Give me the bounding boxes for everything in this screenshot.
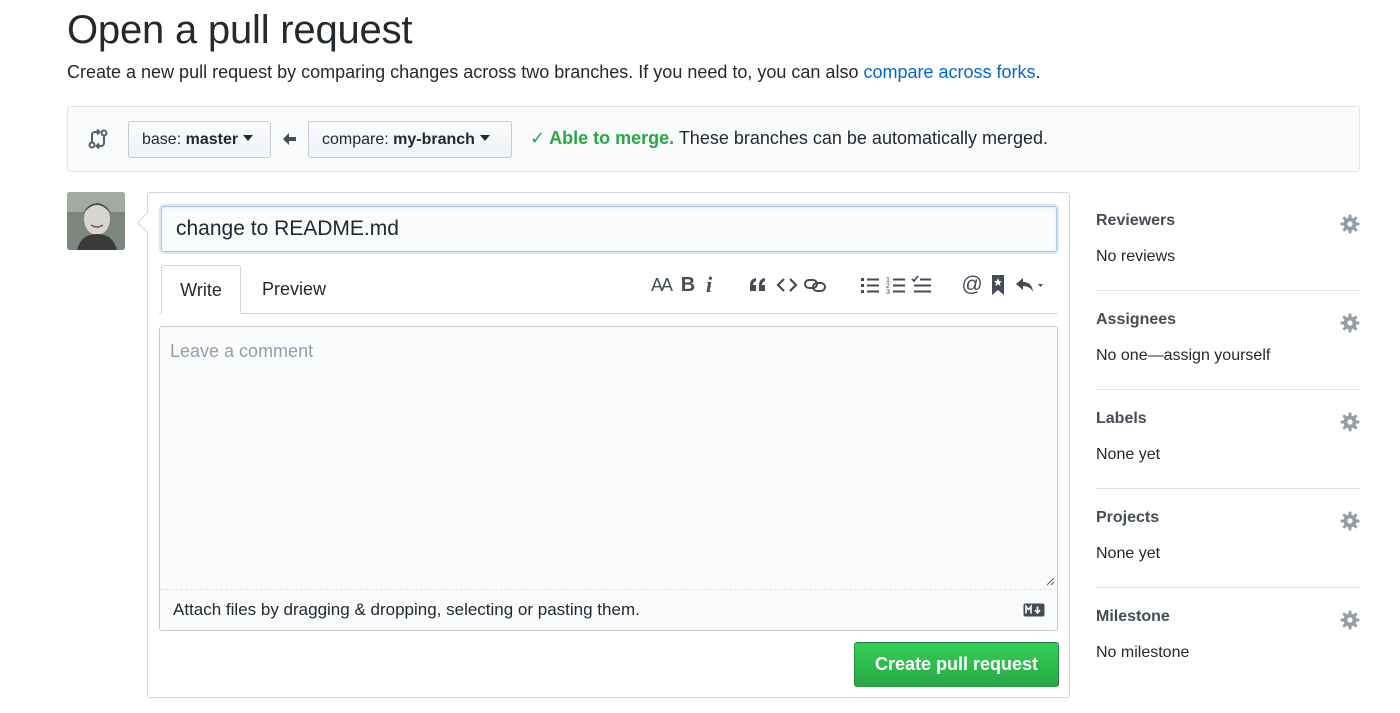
italic-button[interactable]: i [701,273,717,297]
markdown-icon[interactable] [1023,603,1045,617]
link-button[interactable] [803,273,827,297]
resize-handle-icon[interactable] [1044,575,1055,586]
sidebar-section-assignees: Assignees No one—assign yourself [1096,291,1360,390]
compare-across-forks-link[interactable]: compare across forks [863,62,1035,82]
compare-prefix: compare: [322,131,389,148]
sidebar-section-reviewers: Reviewers No reviews [1096,192,1360,291]
gear-icon[interactable] [1340,511,1360,531]
reference-button[interactable] [989,273,1007,297]
unordered-list-icon [861,278,879,293]
base-branch-name: master [185,131,239,148]
bold-button[interactable]: B [679,273,697,297]
projects-heading[interactable]: Projects [1096,509,1159,527]
reviewers-value: No reviews [1096,248,1176,265]
bookmark-icon [992,275,1004,295]
caret-down-icon [243,135,254,141]
sidebar-section-labels: Labels None yet [1096,390,1360,489]
merge-ok-label: Able to merge. [549,128,675,148]
subtitle-text: Create a new pull request by comparing c… [67,62,864,82]
labels-value: None yet [1096,446,1161,463]
code-icon [776,278,798,292]
mention-button[interactable]: @ [960,273,984,297]
arrow-left-icon [283,133,296,145]
milestone-heading[interactable]: Milestone [1096,608,1170,626]
compare-branch-name: my-branch [393,131,475,148]
heading-button[interactable]: AA [648,273,674,297]
avatar[interactable] [67,192,125,250]
comment-textarea[interactable] [160,327,1057,589]
link-icon [804,279,826,292]
attach-files-text: Attach files by dragging & dropping, sel… [173,600,640,619]
sidebar-section-projects: Projects None yet [1096,489,1360,588]
assignees-heading[interactable]: Assignees [1096,311,1176,329]
branch-range-bar: base: master compare: my-branch ✓ Able to… [67,106,1360,172]
gear-icon[interactable] [1340,313,1360,333]
task-list-button[interactable] [911,273,933,297]
tab-write[interactable]: Write [161,265,241,314]
merge-detail: These branches can be automatically merg… [678,128,1049,148]
discussion-sidebar: Reviewers No reviews Assignees No one—as… [1096,192,1360,687]
code-button[interactable] [776,273,798,297]
ordered-list-icon: 1 2 3 [886,277,905,296]
unordered-list-button[interactable] [859,273,881,297]
saved-replies-button[interactable] [1014,273,1050,297]
labels-heading[interactable]: Labels [1096,410,1147,428]
base-prefix: base: [142,131,182,148]
assignees-value[interactable]: No one—assign yourself [1096,347,1270,365]
reviewers-heading[interactable]: Reviewers [1096,212,1175,230]
caret-down-icon [479,135,490,141]
milestone-value: No milestone [1096,644,1190,661]
subtitle-end: . [1035,62,1041,82]
page-title: Open a pull request [67,8,413,52]
base-branch-select[interactable]: base: master [128,121,271,158]
gear-icon[interactable] [1340,610,1360,630]
check-icon: ✓ [530,128,546,148]
quote-button[interactable] [748,273,768,297]
sidebar-section-milestone: Milestone No milestone [1096,588,1360,687]
tab-preview[interactable]: Preview [246,265,342,314]
pull-request-composer: Write Preview AA B i 1 2 3 [147,192,1070,698]
ordered-list-button[interactable]: 1 2 3 [885,273,907,297]
gear-icon[interactable] [1340,214,1360,234]
avatar-image [67,192,125,250]
gear-icon[interactable] [1340,412,1360,432]
page-subtitle: Create a new pull request by comparing c… [67,62,1041,83]
reply-icon [1016,278,1043,292]
svg-text:3: 3 [886,289,890,296]
create-pull-request-button[interactable]: Create pull request [854,642,1059,687]
compare-branch-select[interactable]: compare: my-branch [308,121,512,158]
quote-icon [750,278,765,291]
projects-value: None yet [1096,545,1161,562]
merge-status: ✓ Able to merge. These branches can be au… [530,128,1048,149]
git-compare-icon [88,128,108,150]
task-list-icon [911,275,931,293]
pr-title-input[interactable] [161,206,1057,252]
file-attach-bar[interactable]: Attach files by dragging & dropping, sel… [160,589,1057,630]
comment-box: Attach files by dragging & dropping, sel… [159,326,1058,631]
